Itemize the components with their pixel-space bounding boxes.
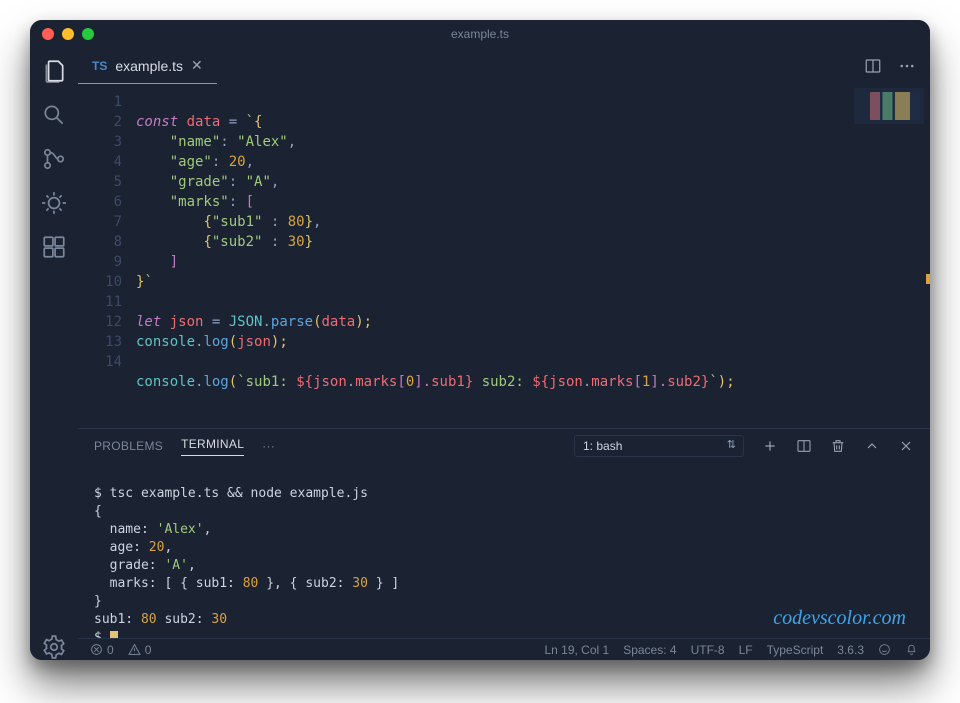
minimap-preview (870, 92, 920, 120)
tab-actions (864, 57, 930, 75)
status-bell-icon[interactable] (905, 643, 918, 656)
status-eol[interactable]: LF (739, 643, 753, 657)
watermark: codevscolor.com (773, 607, 906, 630)
activity-bar (30, 48, 78, 660)
terminal-selector[interactable]: 1: bash (574, 435, 744, 457)
tab-filename: example.ts (115, 58, 183, 74)
split-editor-icon[interactable] (864, 57, 882, 75)
warning-icon (128, 643, 141, 656)
panel-tab-more-icon[interactable]: ··· (262, 439, 275, 453)
overview-ruler-marker (926, 274, 930, 284)
status-errors[interactable]: 0 (90, 643, 114, 657)
titlebar: example.ts (30, 20, 930, 48)
status-indent[interactable]: Spaces: 4 (623, 643, 676, 657)
source-control-icon[interactable] (41, 146, 67, 172)
terminal-cursor (110, 631, 118, 639)
panel-tab-terminal[interactable]: TERMINAL (181, 437, 244, 456)
explorer-icon[interactable] (41, 58, 67, 84)
maximize-panel-icon[interactable] (864, 438, 880, 454)
status-feedback-icon[interactable] (878, 643, 891, 656)
editor[interactable]: 1234567891011121314 const data = `{ "nam… (78, 84, 930, 428)
settings-gear-icon[interactable] (41, 634, 67, 660)
status-cursor-position[interactable]: Ln 19, Col 1 (544, 643, 609, 657)
terminal-selector-value: 1: bash (574, 435, 744, 457)
status-language[interactable]: TypeScript (767, 643, 824, 657)
new-terminal-icon[interactable] (762, 438, 778, 454)
vscode-window: example.ts TS example.ts ✕ (30, 20, 930, 660)
more-actions-icon[interactable] (898, 57, 916, 75)
line-gutter: 1234567891011121314 (78, 84, 136, 428)
window-body: TS example.ts ✕ 1234567891011121314 cons… (30, 48, 930, 660)
status-bar: 0 0 Ln 19, Col 1 Spaces: 4 UTF-8 LF Type… (78, 638, 930, 660)
tab-example-ts[interactable]: TS example.ts ✕ (78, 48, 217, 84)
panel-tab-problems[interactable]: PROBLEMS (94, 439, 163, 453)
status-warnings[interactable]: 0 (128, 643, 152, 657)
panel-tab-bar: PROBLEMS TERMINAL ··· 1: bash (78, 429, 930, 463)
main-area: TS example.ts ✕ 1234567891011121314 cons… (78, 48, 930, 660)
status-encoding[interactable]: UTF-8 (691, 643, 725, 657)
status-ts-version[interactable]: 3.6.3 (837, 643, 864, 657)
tab-bar: TS example.ts ✕ (78, 48, 930, 84)
kill-terminal-icon[interactable] (830, 438, 846, 454)
extensions-icon[interactable] (41, 234, 67, 260)
close-tab-icon[interactable]: ✕ (191, 57, 203, 74)
error-icon (90, 643, 103, 656)
window-title: example.ts (30, 27, 930, 41)
debug-icon[interactable] (41, 190, 67, 216)
file-type-badge: TS (92, 59, 107, 73)
search-icon[interactable] (41, 102, 67, 128)
close-panel-icon[interactable] (898, 438, 914, 454)
code-content[interactable]: const data = `{ "name": "Alex", "age": 2… (136, 84, 930, 428)
split-terminal-icon[interactable] (796, 438, 812, 454)
